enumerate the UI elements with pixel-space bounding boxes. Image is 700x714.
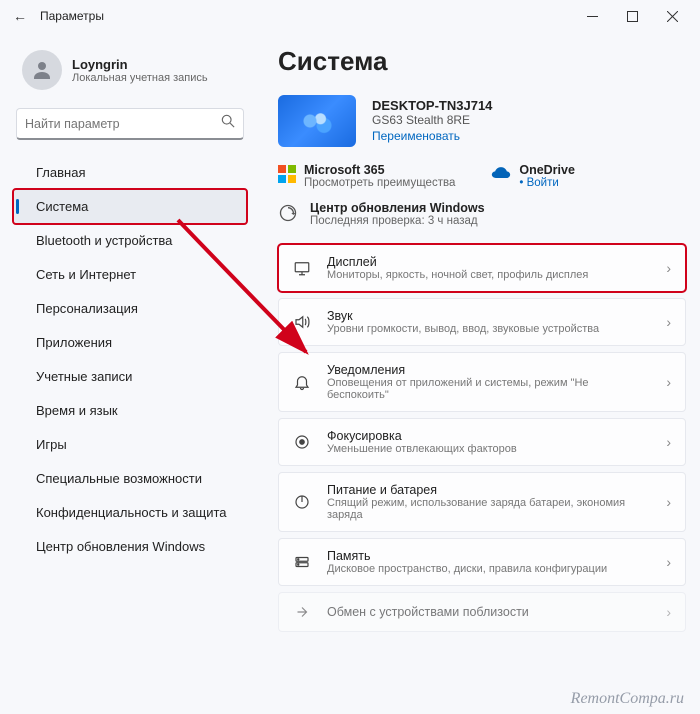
nav-label: Игры [36, 437, 67, 452]
chevron-right-icon: › [666, 374, 671, 390]
display-icon [291, 259, 313, 277]
item-sub: Оповещения от приложений и системы, режи… [327, 377, 652, 401]
nav-system[interactable]: Система [14, 190, 246, 223]
nav-windows-update[interactable]: Центр обновления Windows [14, 530, 246, 563]
onedrive-cell[interactable]: OneDrive Войти [491, 163, 575, 189]
chevron-right-icon: › [666, 434, 671, 450]
nav-label: Время и язык [36, 403, 118, 418]
item-sub: Дисковое пространство, диски, правила ко… [327, 563, 652, 575]
nav-list: Главная Система Bluetooth и устройства С… [14, 156, 246, 563]
sidebar: Loyngrin Локальная учетная запись Главна… [0, 32, 256, 714]
nav-label: Bluetooth и устройства [36, 233, 172, 248]
nav-home[interactable]: Главная [14, 156, 246, 189]
item-storage[interactable]: Память Дисковое пространство, диски, пра… [278, 538, 686, 586]
nav-label: Система [36, 199, 88, 214]
onedrive-title: OneDrive [519, 163, 575, 177]
chevron-right-icon: › [666, 260, 671, 276]
storage-icon [291, 553, 313, 571]
back-button[interactable]: ← [8, 8, 32, 24]
ms365-sub: Просмотреть преимущества [304, 177, 455, 189]
item-notifications[interactable]: Уведомления Оповещения от приложений и с… [278, 352, 686, 412]
chevron-right-icon: › [666, 314, 671, 330]
device-name: DESKTOP-TN3J714 [372, 98, 492, 113]
item-power[interactable]: Питание и батарея Спящий режим, использо… [278, 472, 686, 532]
item-sound[interactable]: Звук Уровни громкости, вывод, ввод, звук… [278, 298, 686, 346]
nav-gaming[interactable]: Игры [14, 428, 246, 461]
nav-apps[interactable]: Приложения [14, 326, 246, 359]
windows-update-row[interactable]: Центр обновления Windows Последняя прове… [278, 201, 686, 228]
item-share[interactable]: Обмен с устройствами поблизости › [278, 592, 686, 632]
nav-privacy[interactable]: Конфиденциальность и защита [14, 496, 246, 529]
nav-personalization[interactable]: Персонализация [14, 292, 246, 325]
nav-time-language[interactable]: Время и язык [14, 394, 246, 427]
microsoft-icon [278, 165, 296, 183]
nav-label: Специальные возможности [36, 471, 202, 486]
item-title: Обмен с устройствами поблизости [327, 605, 652, 619]
nav-label: Учетные записи [36, 369, 132, 384]
onedrive-signin-link[interactable]: Войти [519, 177, 575, 189]
close-button[interactable] [652, 2, 692, 30]
item-sub: Уменьшение отвлекающих факторов [327, 443, 652, 455]
item-display[interactable]: Дисплей Мониторы, яркость, ночной свет, … [278, 244, 686, 292]
microsoft365-cell[interactable]: Microsoft 365 Просмотреть преимущества [278, 163, 455, 189]
avatar-icon [22, 50, 62, 90]
maximize-button[interactable] [612, 2, 652, 30]
nav-label: Центр обновления Windows [36, 539, 205, 554]
item-title: Память [327, 549, 652, 563]
nav-bluetooth[interactable]: Bluetooth и устройства [14, 224, 246, 257]
nav-label: Персонализация [36, 301, 138, 316]
titlebar: ← Параметры [0, 0, 700, 32]
focus-icon [291, 433, 313, 451]
item-title: Звук [327, 309, 652, 323]
chevron-right-icon: › [666, 604, 671, 620]
search-icon [221, 114, 235, 133]
user-subtitle: Локальная учетная запись [72, 72, 208, 84]
nav-accessibility[interactable]: Специальные возможности [14, 462, 246, 495]
main-content: Система DESKTOP-TN3J714 GS63 Stealth 8RE… [256, 32, 700, 714]
item-title: Уведомления [327, 363, 652, 377]
search-input[interactable] [25, 117, 221, 131]
user-name: Loyngrin [72, 57, 208, 72]
wu-sub: Последняя проверка: 3 ч назад [310, 215, 485, 227]
item-sub: Спящий режим, использование заряда батар… [327, 497, 652, 521]
page-heading: Система [278, 46, 686, 77]
power-icon [291, 493, 313, 511]
item-sub: Мониторы, яркость, ночной свет, профиль … [327, 269, 652, 281]
minimize-button[interactable] [572, 2, 612, 30]
chevron-right-icon: › [666, 554, 671, 570]
nav-label: Конфиденциальность и защита [36, 505, 227, 520]
item-sub: Уровни громкости, вывод, ввод, звуковые … [327, 323, 652, 335]
watermark: RemontCompa.ru [571, 690, 684, 708]
item-title: Фокусировка [327, 429, 652, 443]
user-account-block[interactable]: Loyngrin Локальная учетная запись [14, 44, 246, 104]
rename-link[interactable]: Переименовать [372, 129, 460, 143]
nav-label: Приложения [36, 335, 112, 350]
nav-network[interactable]: Сеть и Интернет [14, 258, 246, 291]
item-title: Дисплей [327, 255, 652, 269]
window-title: Параметры [40, 9, 104, 23]
device-model: GS63 Stealth 8RE [372, 113, 492, 127]
bell-icon [291, 373, 313, 391]
ms365-title: Microsoft 365 [304, 163, 455, 177]
nav-label: Сеть и Интернет [36, 267, 136, 282]
device-info-row: DESKTOP-TN3J714 GS63 Stealth 8RE Переиме… [278, 95, 686, 147]
sound-icon [291, 313, 313, 331]
item-focus[interactable]: Фокусировка Уменьшение отвлекающих факто… [278, 418, 686, 466]
update-icon [278, 203, 300, 228]
nav-accounts[interactable]: Учетные записи [14, 360, 246, 393]
wallpaper-thumbnail [278, 95, 356, 147]
nav-label: Главная [36, 165, 85, 180]
wu-title: Центр обновления Windows [310, 201, 485, 215]
share-icon [291, 603, 313, 621]
chevron-right-icon: › [666, 494, 671, 510]
search-box[interactable] [16, 108, 244, 140]
settings-list: Дисплей Мониторы, яркость, ночной свет, … [278, 244, 686, 632]
onedrive-icon [491, 163, 511, 188]
item-title: Питание и батарея [327, 483, 652, 497]
